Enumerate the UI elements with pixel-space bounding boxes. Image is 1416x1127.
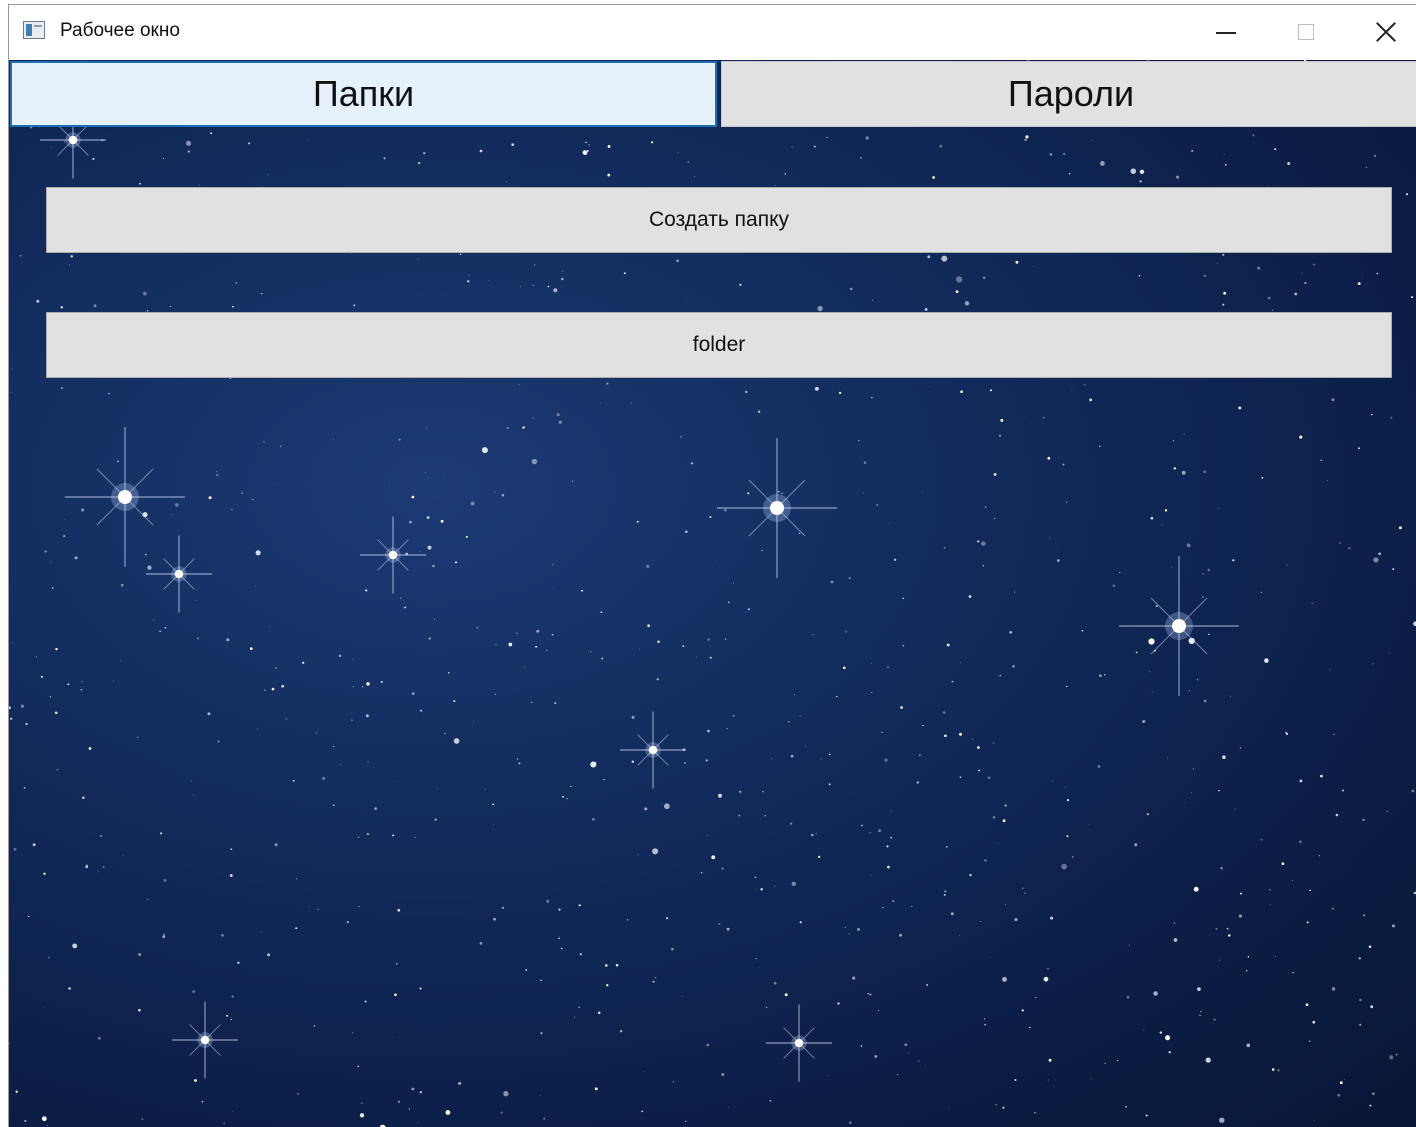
app-window: Рабочее окно Папки Пароли Создать папку …	[8, 4, 1416, 1127]
close-icon	[1375, 21, 1397, 43]
title-bar[interactable]: Рабочее окно	[9, 5, 1416, 59]
folder-item-button[interactable]: folder	[46, 312, 1392, 378]
create-folder-button[interactable]: Создать папку	[46, 187, 1392, 253]
tab-folders[interactable]: Папки	[10, 61, 717, 127]
maximize-icon	[1298, 24, 1314, 40]
minimize-icon	[1216, 32, 1236, 34]
window-title: Рабочее окно	[60, 20, 180, 41]
minimize-button[interactable]	[1186, 5, 1266, 59]
close-button[interactable]	[1346, 5, 1416, 59]
starry-background-area: Папки Пароли Создать папку folder	[9, 60, 1416, 1127]
tab-passwords[interactable]: Пароли	[721, 61, 1416, 127]
maximize-button[interactable]	[1266, 5, 1346, 59]
app-window-icon	[23, 21, 45, 39]
